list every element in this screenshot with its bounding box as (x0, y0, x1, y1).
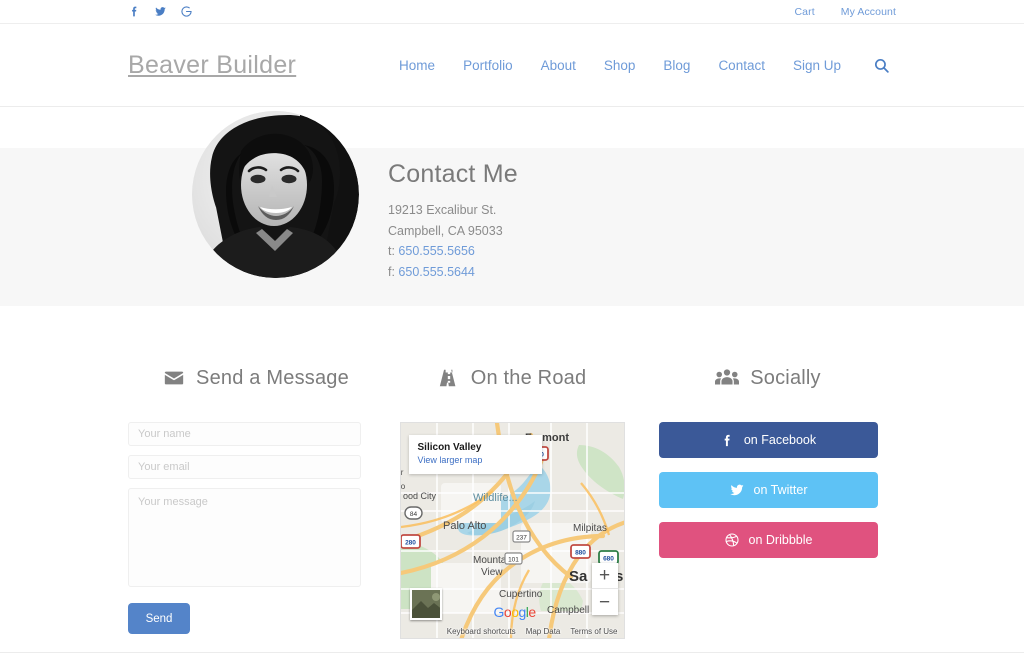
heading-send-a-message: Send a Message (128, 365, 384, 391)
fax-link[interactable]: 650.555.5644 (398, 265, 474, 279)
content-columns: Send a Message Your name Your email Your… (0, 322, 1024, 639)
topbar-links: Cart My Account (794, 6, 896, 18)
address-city: Campbell, CA 95033 (388, 223, 503, 238)
google-icon[interactable] (180, 5, 193, 18)
avatar (192, 111, 359, 278)
column-title: Socially (750, 366, 821, 389)
svg-text:237: 237 (516, 535, 527, 542)
nav-item-about[interactable]: About (527, 58, 590, 73)
svg-text:880: 880 (575, 550, 586, 557)
column-send-a-message: Send a Message Your name Your email Your… (128, 365, 384, 639)
dribbble-button-label: on Dribbble (748, 533, 813, 547)
svg-text:View: View (481, 567, 503, 578)
footer-divider (0, 652, 1024, 653)
svg-text:ir: ir (401, 468, 404, 477)
fax-row: f: 650.555.5644 (388, 262, 518, 283)
dribbble-button[interactable]: on Dribbble (658, 522, 878, 558)
envelope-icon (163, 367, 185, 389)
zoom-in-button[interactable]: + (591, 563, 618, 589)
users-icon (715, 366, 740, 390)
map-zoom-controls: + − (591, 563, 618, 615)
svg-text:Wildlife...: Wildlife... (473, 492, 518, 504)
hero-contact-info: Contact Me 19213 Excalibur St. Campbell,… (388, 160, 518, 282)
social-buttons: on Facebook on Twitter on Dribbble (658, 422, 878, 558)
footer-links-peek (0, 664, 1024, 671)
search-icon[interactable] (855, 57, 896, 74)
address-street: 19213 Excalibur St. (388, 203, 497, 217)
nav-item-home[interactable]: Home (385, 58, 449, 73)
send-button[interactable]: Send (128, 603, 190, 634)
site-logo[interactable]: Beaver Builder (128, 51, 296, 80)
twitter-icon[interactable] (154, 5, 167, 18)
view-larger-map-link[interactable]: View larger map (418, 454, 533, 467)
svg-text:Palo Alto: Palo Alto (443, 520, 486, 532)
heading-on-the-road: On the Road (384, 365, 640, 391)
nav-item-shop[interactable]: Shop (590, 58, 650, 73)
topbar-social-icons (128, 5, 193, 18)
svg-text:ood City: ood City (403, 491, 437, 501)
twitter-icon (729, 482, 745, 498)
email-input[interactable]: Your email (128, 455, 361, 479)
my-account-link[interactable]: My Account (841, 6, 896, 18)
column-on-the-road: On the Road Fremont r o ood City Wildlif… (384, 365, 640, 639)
svg-text:280: 280 (405, 540, 416, 547)
nav-item-contact[interactable]: Contact (704, 58, 779, 73)
google-logo: Google (493, 604, 537, 620)
map-data-label[interactable]: Map Data (526, 627, 561, 636)
column-socially: Socially on Facebook on Twitter on Dribb… (640, 365, 896, 639)
nav-item-sign-up[interactable]: Sign Up (779, 58, 855, 73)
svg-text:101: 101 (508, 557, 519, 564)
phone-prefix: t: (388, 244, 399, 258)
svg-text:680: 680 (603, 556, 614, 563)
svg-text:lo: lo (401, 482, 406, 491)
svg-text:Milpitas: Milpitas (573, 523, 607, 534)
map-place-name: Silicon Valley (417, 442, 482, 453)
site-header: Beaver Builder Home Portfolio About Shop… (0, 24, 1024, 107)
map-info-card: Silicon Valley View larger map (408, 435, 542, 474)
facebook-icon[interactable] (128, 5, 141, 18)
phone-row: t: 650.555.5656 (388, 241, 518, 262)
cart-link[interactable]: Cart (794, 6, 814, 18)
svg-text:Cupertino: Cupertino (499, 589, 543, 600)
dribbble-icon (724, 532, 740, 548)
top-utility-bar: Cart My Account (0, 0, 1024, 24)
svg-text:84: 84 (409, 511, 417, 518)
page-title: Contact Me (388, 160, 518, 188)
column-title: Send a Message (196, 366, 349, 389)
facebook-button[interactable]: on Facebook (658, 422, 878, 458)
name-input[interactable]: Your name (128, 422, 361, 446)
heading-socially: Socially (640, 365, 896, 391)
hero-section: Contact Me 19213 Excalibur St. Campbell,… (0, 107, 1024, 322)
keyboard-shortcuts-label[interactable]: Keyboard shortcuts (447, 627, 516, 636)
zoom-out-button[interactable]: − (592, 589, 618, 615)
column-title: On the Road (470, 366, 587, 389)
map-street-view-thumbnail[interactable] (409, 588, 442, 620)
nav-item-portfolio[interactable]: Portfolio (449, 58, 527, 73)
map-footer: Keyboard shortcuts Map Data Terms of Use (401, 624, 624, 638)
svg-text:Sa: Sa (569, 568, 588, 585)
main-navigation: Home Portfolio About Shop Blog Contact S… (385, 57, 896, 74)
svg-text:Campbell: Campbell (547, 605, 589, 616)
phone-link[interactable]: 650.555.5656 (398, 244, 474, 258)
terms-of-use-label[interactable]: Terms of Use (570, 627, 617, 636)
twitter-button[interactable]: on Twitter (658, 472, 878, 508)
facebook-button-label: on Facebook (743, 433, 817, 447)
twitter-button-label: on Twitter (753, 483, 808, 497)
map-embed[interactable]: Fremont ir lo ood City Wildlife... Palo … (399, 422, 625, 639)
road-icon (438, 367, 460, 389)
message-textarea[interactable]: Your message (128, 488, 361, 587)
nav-item-blog[interactable]: Blog (649, 58, 704, 73)
facebook-icon (720, 433, 735, 448)
fax-prefix: f: (388, 264, 399, 279)
